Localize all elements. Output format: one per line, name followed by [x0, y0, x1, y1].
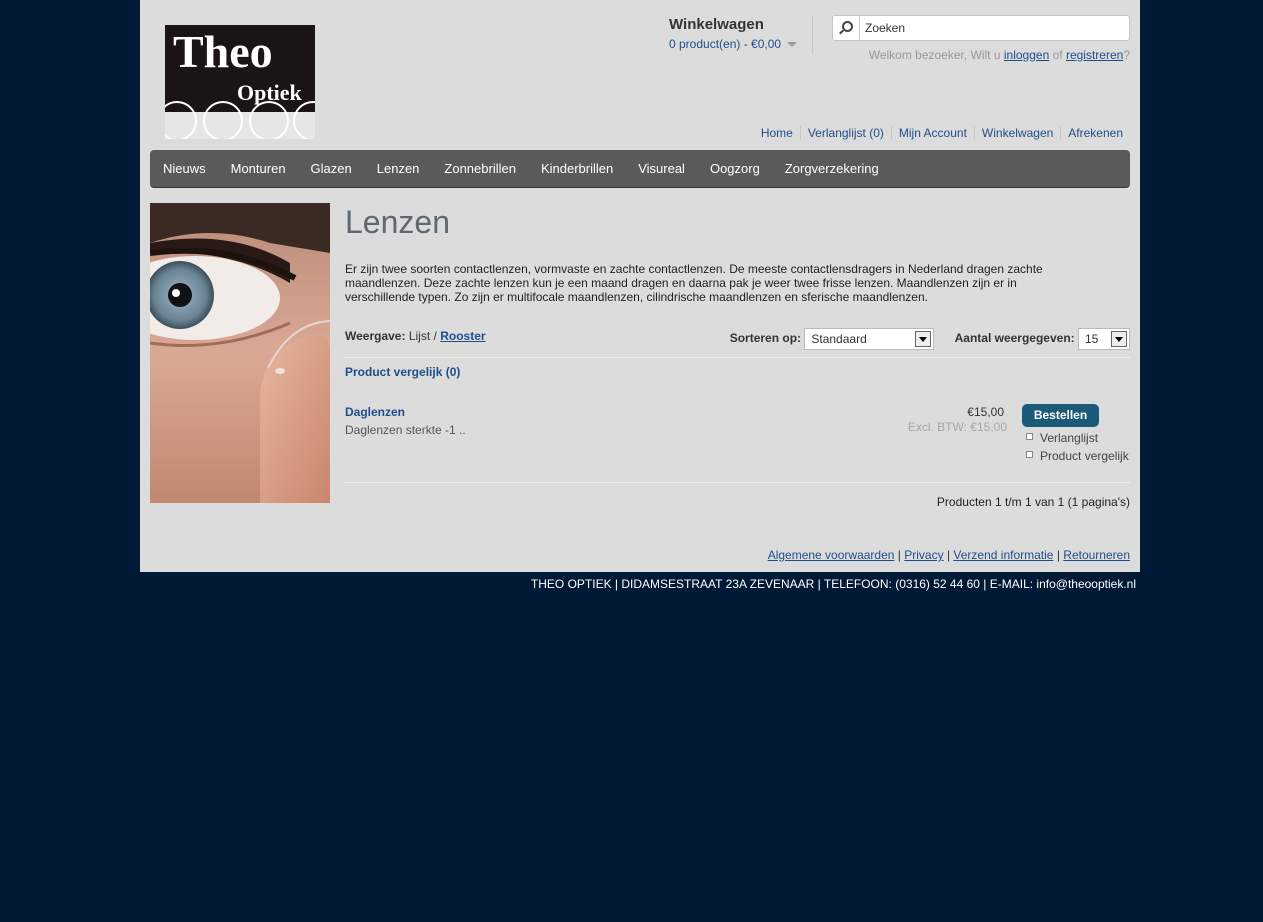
- nav-item-monturen[interactable]: Monturen: [218, 150, 298, 188]
- footer-link-returns[interactable]: Retourneren: [1063, 548, 1130, 562]
- nav-item-lenzen[interactable]: Lenzen: [364, 150, 432, 188]
- welcome-message: Welkom bezoeker, Wilt u inloggen of regi…: [869, 48, 1130, 62]
- welcome-suffix: ?: [1123, 48, 1130, 62]
- cart-total: 0 product(en) - €0,00: [669, 37, 782, 51]
- bullet-icon: [1026, 451, 1033, 459]
- display-sep: /: [433, 329, 437, 343]
- company-info: THEO OPTIEK | DIDAMSESTRAAT 23A ZEVENAAR…: [530, 577, 1136, 591]
- product-compare-link[interactable]: Product vergelijk (0): [345, 365, 460, 379]
- category-description: Er zijn twee soorten contactlenzen, vorm…: [345, 262, 1043, 304]
- chevron-down-icon: [787, 42, 798, 48]
- nav-item-visureal[interactable]: Visureal: [625, 150, 697, 188]
- bullet-icon: [1026, 433, 1033, 441]
- footer-link-terms[interactable]: Algemene voorwaarden: [768, 548, 895, 562]
- search-box[interactable]: [832, 15, 1130, 41]
- nav-item-oogzorg[interactable]: Oogzorg: [697, 150, 772, 188]
- sort-controls: Sorteren op: Standaard Aantal weergegeve…: [730, 328, 1130, 350]
- order-button[interactable]: Bestellen: [1022, 404, 1099, 427]
- toplink-wishlist[interactable]: Verlanglijst (0): [799, 126, 891, 140]
- page-title: Lenzen: [345, 204, 450, 240]
- chevron-down-icon: [1111, 331, 1127, 347]
- toplink-account[interactable]: Mijn Account: [890, 126, 974, 140]
- wishlist-label: Verlanglijst: [1040, 431, 1099, 445]
- nav-item-kinderbrillen[interactable]: Kinderbrillen: [528, 150, 625, 188]
- top-links: Home Verlanglijst (0) Mijn Account Winkelwa…: [754, 126, 1130, 140]
- search-icon[interactable]: [833, 16, 860, 40]
- eye-photo: [150, 203, 330, 503]
- divider: [345, 357, 1130, 358]
- sort-label: Sorteren op:: [729, 331, 802, 346]
- footer-sep: |: [897, 548, 901, 562]
- product-price-ex-vat: Excl. BTW: €15,00: [907, 420, 1007, 434]
- main-content: Lenzen Er zijn twee soorten contactlenze…: [345, 203, 1130, 509]
- logo-circle: [249, 101, 289, 139]
- compare-label: Product vergelijk: [1040, 449, 1129, 463]
- sort-select[interactable]: Standaard: [804, 328, 935, 350]
- footer-sep: |: [946, 548, 951, 562]
- main-nav: Nieuws Monturen Glazen Lenzen Zonnebrill…: [150, 150, 1130, 188]
- footer-link-privacy[interactable]: Privacy: [904, 548, 943, 562]
- product-description: Daglenzen sterkte -1 ..: [345, 423, 466, 437]
- product-price: €15,00: [967, 405, 1004, 419]
- product-name-link[interactable]: Daglenzen: [345, 405, 405, 419]
- nav-item-zorgverzekering[interactable]: Zorgverzekering: [772, 150, 891, 188]
- cart-summary[interactable]: Winkelwagen 0 product(en) - €0,00: [669, 16, 809, 51]
- limit-label: Aantal weergegeven:: [954, 331, 1075, 346]
- add-to-compare[interactable]: Product vergelijk: [1026, 449, 1129, 463]
- toplink-home[interactable]: Home: [754, 126, 800, 140]
- sort-value: Standaard: [811, 332, 867, 346]
- footer-links: Algemene voorwaarden | Privacy | Verzend…: [768, 548, 1130, 562]
- display-grid-link[interactable]: Rooster: [440, 329, 485, 343]
- toplink-cart[interactable]: Winkelwagen: [973, 126, 1061, 140]
- display-label: Weergave:: [345, 329, 406, 343]
- nav-item-nieuws[interactable]: Nieuws: [150, 150, 218, 188]
- limit-value: 15: [1085, 332, 1099, 346]
- footer-sep: |: [1056, 548, 1060, 562]
- welcome-or: of: [1052, 48, 1063, 62]
- logo-circle: [203, 101, 243, 139]
- category-image: [150, 203, 330, 503]
- header-divider: [812, 16, 813, 54]
- register-link[interactable]: registreren: [1066, 48, 1123, 62]
- toplink-checkout[interactable]: Afrekenen: [1060, 126, 1130, 140]
- nav-item-zonnebrillen[interactable]: Zonnebrillen: [431, 150, 528, 188]
- chevron-down-icon: [915, 331, 932, 347]
- cart-dropdown[interactable]: 0 product(en) - €0,00: [669, 37, 809, 51]
- display-list: Lijst: [408, 329, 431, 343]
- logo-text-theo: Theo: [173, 26, 273, 77]
- welcome-text: Welkom bezoeker, Wilt u: [868, 48, 1001, 62]
- pagination-results: Producten 1 t/m 1 van 1 (1 pagina's): [936, 495, 1130, 509]
- page-container: Theo Optiek Winkelwagen 0 product(en) - …: [140, 0, 1140, 572]
- add-to-wishlist[interactable]: Verlanglijst: [1026, 431, 1098, 445]
- limit-select[interactable]: 15: [1078, 328, 1130, 350]
- divider: [345, 482, 1130, 483]
- search-input[interactable]: [865, 19, 1120, 37]
- nav-item-glazen[interactable]: Glazen: [298, 150, 364, 188]
- cart-title: Winkelwagen: [669, 16, 764, 33]
- display-options: Weergave: Lijst / Rooster: [345, 329, 486, 343]
- logo[interactable]: Theo Optiek: [165, 25, 315, 139]
- login-link[interactable]: inloggen: [1004, 48, 1049, 62]
- footer-link-shipping[interactable]: Verzend informatie: [953, 548, 1053, 562]
